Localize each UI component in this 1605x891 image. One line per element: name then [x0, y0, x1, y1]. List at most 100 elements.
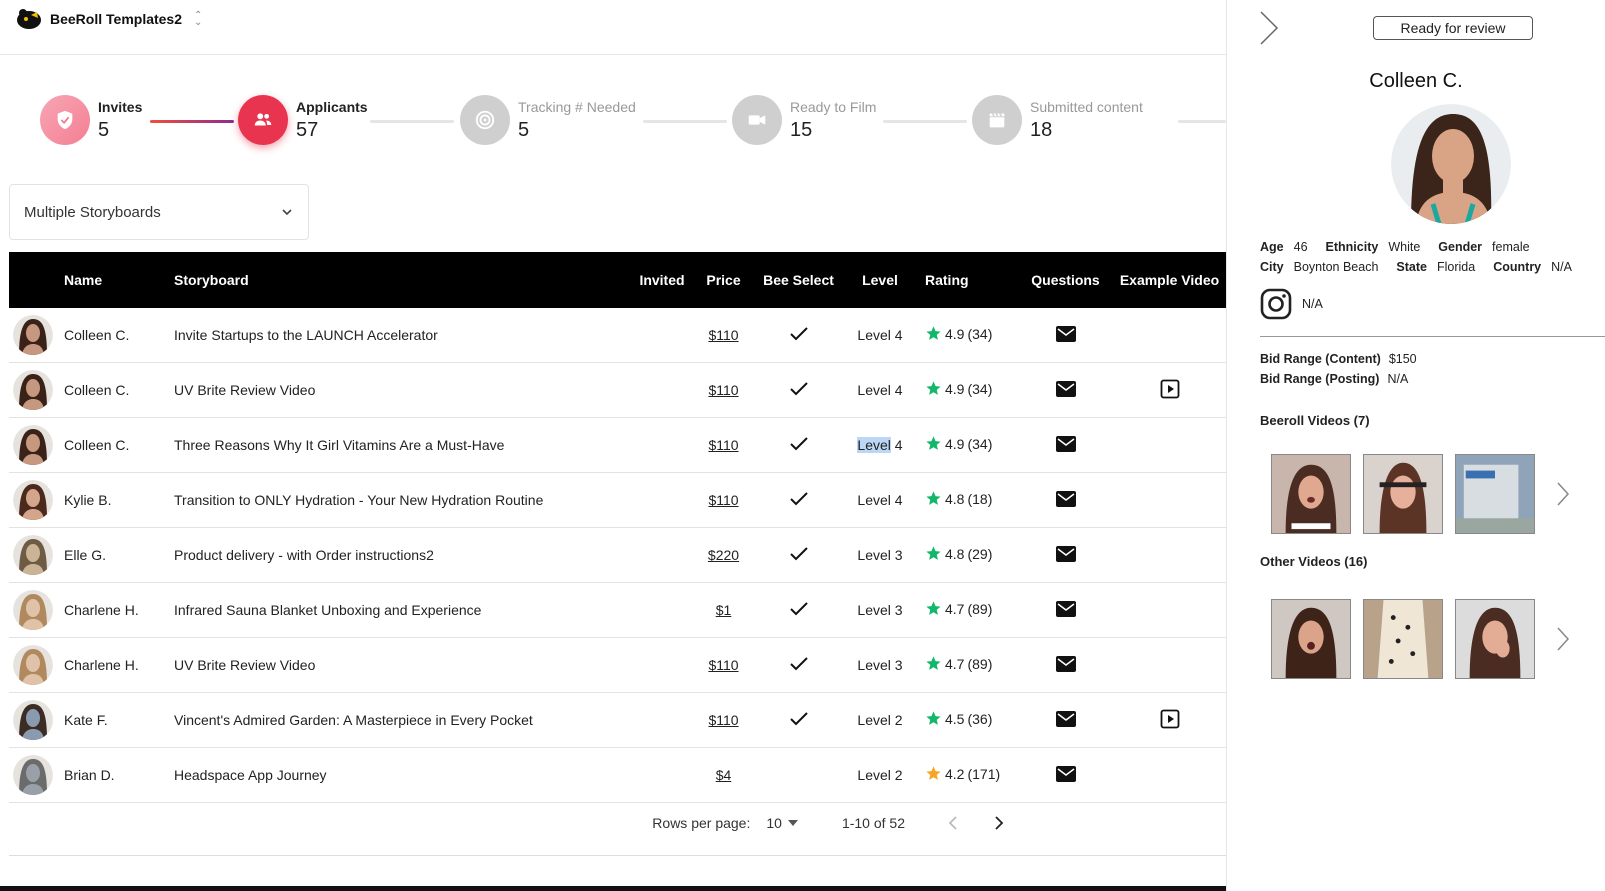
price-link[interactable]: $110: [708, 327, 738, 343]
video-thumbnail[interactable]: [1455, 454, 1535, 534]
storyboard-cell: Headspace App Journey: [174, 767, 327, 783]
applicant-detail-panel: Ready for review Colleen C. Age 46 Ethnic…: [1226, 0, 1605, 891]
level-cell: Level 3: [845, 547, 915, 563]
column-header-rating[interactable]: Rating: [915, 272, 1018, 288]
previous-page-button[interactable]: [941, 811, 965, 835]
price-link[interactable]: $4: [716, 767, 732, 783]
step-submitted-content[interactable]: Submitted content 18: [972, 95, 1143, 145]
level-number: 4: [894, 437, 903, 453]
price-link[interactable]: $220: [708, 547, 739, 563]
step-connector: [643, 120, 727, 123]
questions-button[interactable]: [1055, 600, 1076, 617]
pagination-range: 1-10 of 52: [841, 815, 905, 831]
table-row[interactable]: Elle G. Product delivery - with Order in…: [9, 528, 1226, 583]
table-row[interactable]: Brian D. Headspace App Journey $4 Level …: [9, 748, 1226, 803]
beeroll-logo-icon: [17, 9, 41, 29]
step-label: Ready to Film: [790, 98, 877, 115]
questions-button[interactable]: [1055, 435, 1076, 452]
column-header-storyboard[interactable]: Storyboard: [174, 272, 629, 288]
avatar: [13, 535, 53, 575]
step-ready-to-film[interactable]: Ready to Film 15: [732, 95, 876, 145]
workspace-switcher[interactable]: BeeRoll Templates2 ⌃ ⌄: [16, 8, 202, 30]
rows-per-page-select[interactable]: 10: [766, 815, 798, 831]
age-value: 46: [1293, 240, 1308, 254]
bee-select-cell: [752, 491, 845, 510]
questions-button[interactable]: [1055, 380, 1076, 397]
level-word: Level: [857, 437, 891, 453]
bee-select-cell: [752, 601, 845, 620]
level-cell: Level 2: [845, 712, 915, 728]
column-header-bee-select[interactable]: Bee Select: [752, 272, 845, 288]
state-value: Florida: [1437, 260, 1476, 274]
table-row[interactable]: Colleen C. UV Brite Review Video $110 Le…: [9, 363, 1226, 418]
video-thumbnail[interactable]: [1363, 599, 1443, 679]
ready-for-review-button[interactable]: Ready for review: [1373, 16, 1533, 40]
questions-button[interactable]: [1055, 545, 1076, 562]
video-thumbnail[interactable]: [1271, 599, 1351, 679]
rating-value: 4.9: [945, 380, 965, 397]
table-row[interactable]: Colleen C. Three Reasons Why It Girl Vit…: [9, 418, 1226, 473]
rating-value: 4.2: [945, 765, 965, 782]
questions-button[interactable]: [1055, 765, 1076, 782]
rating-value: 4.7: [945, 655, 965, 672]
mail-icon: [1055, 545, 1076, 562]
storyboard-cell: Product delivery - with Order instructio…: [174, 547, 434, 563]
column-header-invited[interactable]: Invited: [629, 272, 695, 288]
video-thumbnail[interactable]: [1271, 454, 1351, 534]
price-link[interactable]: $110: [708, 437, 738, 453]
column-header-level[interactable]: Level: [845, 272, 915, 288]
questions-button[interactable]: [1055, 325, 1076, 342]
rating-cell: 4.2 (171): [915, 765, 1018, 785]
column-header-questions[interactable]: Questions: [1018, 272, 1113, 288]
table-body: Colleen C. Invite Startups to the LAUNCH…: [9, 308, 1226, 803]
price-link[interactable]: $1: [716, 602, 732, 618]
price-link[interactable]: $110: [708, 712, 738, 728]
table-row[interactable]: Kylie B. Transition to ONLY Hydration - …: [9, 473, 1226, 528]
questions-button[interactable]: [1055, 710, 1076, 727]
questions-button[interactable]: [1055, 490, 1076, 507]
chevron-right-icon[interactable]: [1553, 479, 1573, 509]
price-link[interactable]: $110: [708, 657, 738, 673]
next-page-button[interactable]: [987, 811, 1011, 835]
state-label: State: [1396, 260, 1427, 274]
video-thumbnail[interactable]: [1455, 599, 1535, 679]
column-header-example-video[interactable]: Example Video: [1113, 272, 1226, 288]
step-tracking-needed[interactable]: Tracking # Needed 5: [460, 95, 636, 145]
bee-select-cell: [752, 546, 845, 565]
level-cell: Level 2: [845, 767, 915, 783]
bid-posting-label: Bid Range (Posting): [1260, 372, 1380, 386]
example-video-button[interactable]: [1160, 379, 1180, 399]
step-invites[interactable]: Invites 5: [40, 95, 142, 145]
price-link[interactable]: $110: [708, 492, 738, 508]
table-row[interactable]: Colleen C. Invite Startups to the LAUNCH…: [9, 308, 1226, 363]
example-video-button[interactable]: [1160, 709, 1180, 729]
column-header-price[interactable]: Price: [695, 272, 752, 288]
price-link[interactable]: $110: [708, 382, 738, 398]
column-header-name[interactable]: Name: [64, 272, 174, 288]
target-icon: [475, 110, 495, 130]
table-row[interactable]: Charlene H. UV Brite Review Video $110 L…: [9, 638, 1226, 693]
step-count: 5: [518, 118, 530, 141]
table-row[interactable]: Kate F. Vincent's Admired Garden: A Mast…: [9, 693, 1226, 748]
applicant-info-row: Age 46 Ethnicity White Gender female: [1260, 240, 1548, 254]
applicant-name-cell: Kylie B.: [64, 492, 112, 508]
checkmark-icon: [789, 381, 808, 395]
step-applicants[interactable]: Applicants 57: [238, 95, 368, 145]
avatar: [13, 425, 53, 465]
rating-count: (36): [967, 710, 993, 727]
questions-button[interactable]: [1055, 655, 1076, 672]
other-videos-carousel: [1271, 599, 1573, 679]
beeroll-videos-carousel: [1271, 454, 1573, 534]
table-row[interactable]: Charlene H. Infrared Sauna Blanket Unbox…: [9, 583, 1226, 638]
step-connector: [1178, 120, 1226, 123]
rating-value: 4.8: [945, 490, 965, 507]
storyboard-select[interactable]: Multiple Storyboards: [9, 184, 309, 240]
chevron-right-icon[interactable]: [1553, 624, 1573, 654]
instagram-icon[interactable]: [1260, 288, 1292, 320]
video-thumbnail[interactable]: [1363, 454, 1443, 534]
collapse-panel-icon[interactable]: [1257, 10, 1281, 46]
rating-count: (34): [967, 325, 993, 342]
applicant-name-cell: Brian D.: [64, 767, 115, 783]
avatar: [13, 370, 53, 410]
storyboard-cell: Transition to ONLY Hydration - Your New …: [174, 492, 544, 508]
